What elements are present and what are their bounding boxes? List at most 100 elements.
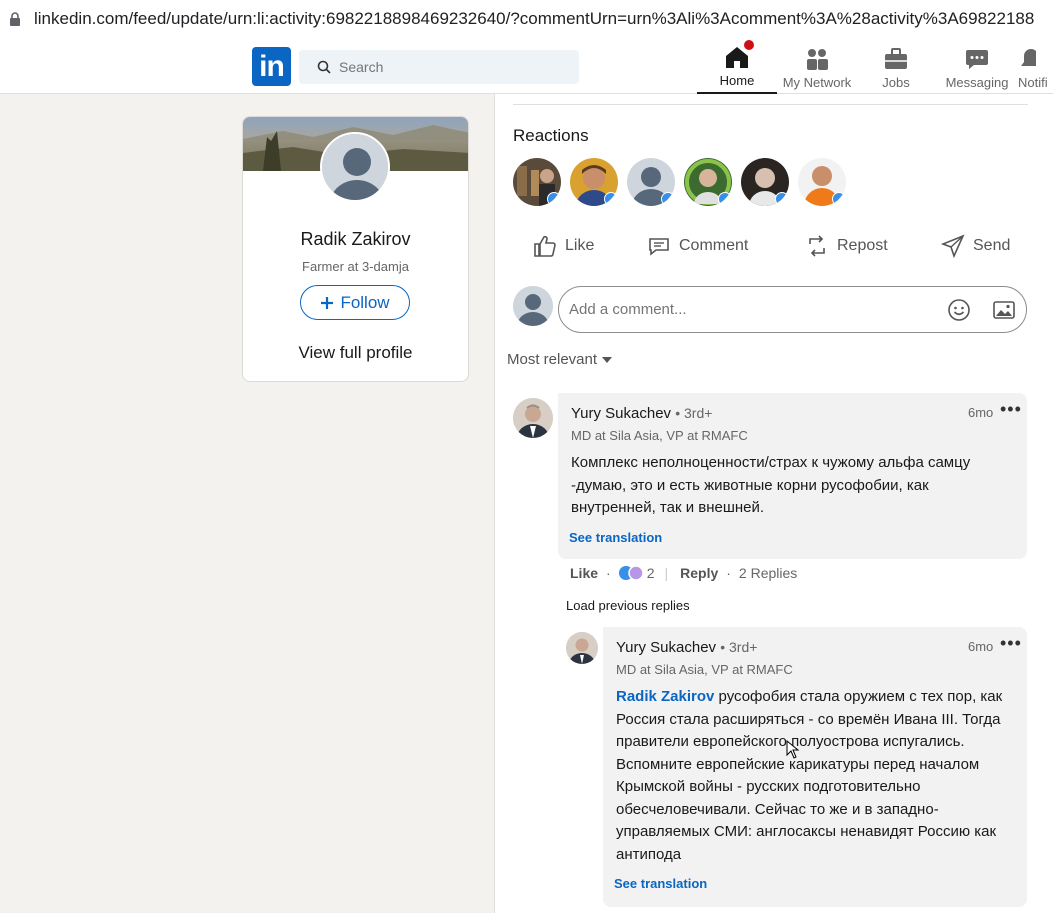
search-input[interactable] (339, 59, 539, 75)
nav-home-label: Home (719, 73, 755, 88)
comment-bubble: Yury Sukachev • 3rd+ MD at Sila Asia, VP… (558, 393, 1027, 559)
reply-button[interactable]: Reply (680, 565, 718, 581)
address-bar[interactable]: linkedin.com/feed/update/urn:li:activity… (0, 0, 1053, 38)
more-options-icon[interactable]: ••• (1000, 399, 1022, 420)
lock-icon (10, 12, 20, 26)
reaction-icons (618, 565, 644, 581)
more-options-icon[interactable]: ••• (1000, 633, 1022, 654)
image-icon[interactable] (992, 298, 1016, 322)
send-icon (941, 234, 965, 258)
reply-time: 6mo (968, 639, 994, 654)
reaction-count[interactable]: 2 (647, 565, 655, 581)
nav-messaging-label: Messaging (945, 75, 1009, 90)
view-full-profile-link[interactable]: View full profile (243, 343, 468, 363)
nav-jobs[interactable]: Jobs (856, 38, 936, 94)
profile-card: Radik Zakirov Farmer at 3-damja Follow V… (242, 116, 469, 382)
nav-messaging[interactable]: Messaging (937, 38, 1017, 94)
repost-button[interactable]: Repost (805, 228, 888, 264)
current-user-avatar (513, 286, 553, 326)
separator-dot: · (606, 565, 611, 581)
see-translation-link[interactable]: See translation (569, 530, 662, 545)
bell-icon (1018, 46, 1036, 72)
send-button[interactable]: Send (941, 228, 1010, 264)
like-reaction-icon (661, 192, 675, 206)
mention-link[interactable]: Radik Zakirov (616, 688, 714, 705)
connection-degree: • 3rd+ (675, 405, 713, 421)
post-detail: Reactions Like Comment Repost Send Add a… (494, 94, 1053, 913)
reply-text: Radik Zakirov русофобия стала оружием с … (616, 686, 1011, 866)
nav-home[interactable]: Home (697, 38, 777, 94)
home-icon (724, 38, 756, 70)
post-actions-bar: Like Comment Repost Send (495, 228, 1053, 264)
reactor-avatar[interactable] (513, 158, 561, 206)
comment-label: Comment (679, 237, 749, 254)
top-nav: in Home My Network Jobs Messaging (0, 38, 1053, 94)
plus-icon (321, 296, 334, 309)
repost-icon (809, 235, 825, 257)
like-reaction-icon (604, 192, 618, 206)
url-text[interactable]: linkedin.com/feed/update/urn:li:activity… (34, 9, 1034, 29)
see-translation-link[interactable]: See translation (614, 876, 707, 891)
repost-label: Repost (837, 237, 888, 254)
load-previous-replies[interactable]: Load previous replies (566, 598, 690, 613)
briefcase-icon (883, 46, 909, 72)
divider-bar: | (664, 565, 669, 581)
connection-degree: • 3rd+ (720, 639, 758, 655)
search-box[interactable] (299, 50, 579, 84)
network-icon (804, 46, 830, 72)
nav-jobs-label: Jobs (882, 75, 910, 90)
divider (513, 104, 1028, 105)
like-reaction-icon (547, 192, 561, 206)
profile-name[interactable]: Radik Zakirov (243, 229, 468, 250)
comment-like-button[interactable]: Like (570, 565, 598, 581)
commenter-avatar[interactable] (513, 398, 553, 438)
send-label: Send (973, 237, 1011, 254)
comment-icon (649, 238, 669, 256)
reply-bubble: Yury Sukachev • 3rd+ MD at Sila Asia, VP… (603, 627, 1027, 907)
comment-social-bar: Like · 2 | Reply · 2 Replies (570, 565, 797, 581)
nav-notifications-label: Notifi (1018, 75, 1048, 90)
comment-author-headline: MD at Sila Asia, VP at RMAFC (571, 428, 748, 443)
separator-dot: · (726, 565, 731, 581)
notification-badge (742, 38, 756, 52)
reactor-avatar[interactable] (627, 158, 675, 206)
sort-label: Most relevant (507, 351, 598, 368)
nav-notifications[interactable]: Notifi (1010, 38, 1053, 94)
reply-author-avatar[interactable] (566, 632, 598, 664)
reply-body: русофобия стала оружием с тех пор, как Р… (616, 688, 1003, 863)
add-comment-box[interactable] (558, 286, 1027, 333)
comment-author-name[interactable]: Yury Sukachev (571, 405, 671, 422)
comment-text: Комплекс неполноценности/страх к чужому … (571, 454, 971, 516)
like-reaction-icon (718, 192, 732, 206)
comment-button[interactable]: Comment (647, 228, 748, 264)
emoji-icon[interactable] (947, 298, 971, 322)
sort-dropdown[interactable]: Most relevant (507, 351, 613, 368)
caret-down-icon (602, 356, 613, 363)
mouse-cursor-icon (786, 740, 800, 759)
like-label: Like (565, 237, 595, 254)
comment-input[interactable] (569, 301, 929, 318)
reactor-avatar[interactable] (798, 158, 846, 206)
comment-author[interactable]: Yury Sukachev • 3rd+ (571, 405, 712, 422)
follow-label: Follow (340, 292, 390, 312)
like-button[interactable]: Like (533, 228, 594, 264)
reply-author-name[interactable]: Yury Sukachev (616, 639, 716, 656)
messaging-icon (964, 46, 990, 72)
reactor-avatar[interactable] (684, 158, 732, 206)
nav-my-network[interactable]: My Network (777, 38, 857, 94)
reply-author[interactable]: Yury Sukachev • 3rd+ (616, 639, 757, 656)
thumbs-up-icon (534, 235, 556, 257)
reactor-avatar[interactable] (741, 158, 789, 206)
linkedin-logo[interactable]: in (252, 47, 291, 86)
follow-button[interactable]: Follow (300, 285, 410, 320)
profile-avatar[interactable] (320, 132, 390, 202)
nav-my-network-label: My Network (782, 75, 852, 90)
comment-time: 6mo (968, 405, 994, 420)
like-reaction-icon (832, 192, 846, 206)
like-reaction-icon (775, 192, 789, 206)
reactions-title: Reactions (513, 126, 589, 145)
reactor-avatar[interactable] (570, 158, 618, 206)
search-icon (317, 60, 331, 74)
profile-headline: Farmer at 3-damja (302, 259, 409, 274)
replies-count[interactable]: 2 Replies (739, 565, 797, 581)
